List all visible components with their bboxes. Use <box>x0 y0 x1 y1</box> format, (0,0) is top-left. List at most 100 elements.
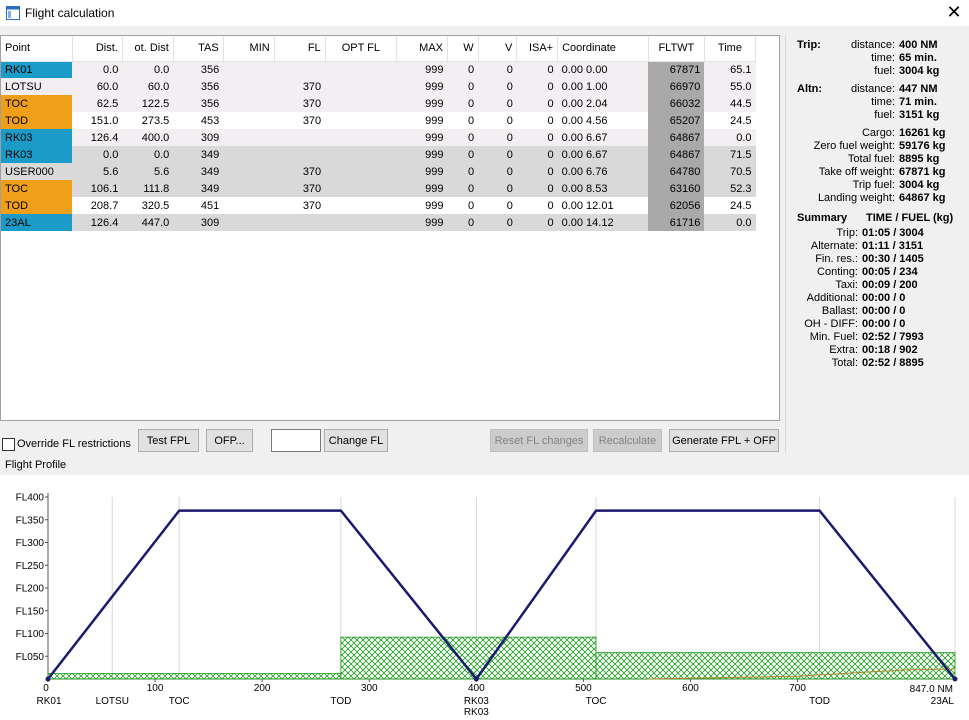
cell-tot[interactable]: 400.0 <box>122 129 174 146</box>
cell-min[interactable] <box>223 197 275 214</box>
cell-fltwt[interactable]: 61716 <box>648 214 705 231</box>
cell-point[interactable]: USER000 <box>1 163 73 180</box>
column-header[interactable]: ot. Dist <box>122 36 174 62</box>
cell-point[interactable]: LOTSU <box>1 78 73 95</box>
cell-tas[interactable]: 356 <box>173 61 224 78</box>
cell-tas[interactable]: 349 <box>173 163 224 180</box>
override-fl-checkbox[interactable] <box>2 438 15 451</box>
cell-fl[interactable]: 370 <box>274 197 326 214</box>
cell-isa[interactable]: 0 <box>516 180 558 197</box>
cell-isa[interactable]: 0 <box>516 163 558 180</box>
reset-fl-changes-button[interactable]: Reset FL changes <box>490 429 588 452</box>
cell-fl[interactable]: 370 <box>274 78 326 95</box>
cell-min[interactable] <box>223 214 275 231</box>
table-row[interactable]: RK03 126.4 400.0 309 999 0 0 0 0.00 6.67 64867 0.0 <box>1 129 756 146</box>
cell-max[interactable]: 999 <box>396 146 448 163</box>
cell-max[interactable]: 999 <box>396 78 448 95</box>
cell-coord[interactable]: 0.00 4.56 <box>557 112 649 129</box>
cell-isa[interactable]: 0 <box>516 146 558 163</box>
cell-isa[interactable]: 0 <box>516 197 558 214</box>
cell-point[interactable]: 23AL <box>1 214 73 231</box>
cell-coord[interactable]: 0.00 14.12 <box>557 214 649 231</box>
cell-opt[interactable] <box>325 112 397 129</box>
cell-w[interactable]: 0 <box>447 61 479 78</box>
cell-fltwt[interactable]: 62056 <box>648 197 705 214</box>
fl-input[interactable] <box>271 429 321 452</box>
cell-w[interactable]: 0 <box>447 214 479 231</box>
cell-dist[interactable]: 0.0 <box>72 61 123 78</box>
cell-coord[interactable]: 0.00 6.76 <box>557 163 649 180</box>
close-icon[interactable]: ✕ <box>945 3 963 21</box>
cell-fltwt[interactable]: 67871 <box>648 61 705 78</box>
cell-coord[interactable]: 0.00 6.67 <box>557 146 649 163</box>
cell-max[interactable]: 999 <box>396 61 448 78</box>
cell-dist[interactable]: 126.4 <box>72 129 123 146</box>
cell-opt[interactable] <box>325 95 397 112</box>
cell-isa[interactable]: 0 <box>516 78 558 95</box>
cell-time[interactable]: 24.5 <box>704 112 756 129</box>
cell-tot[interactable]: 447.0 <box>122 214 174 231</box>
column-header[interactable]: TAS <box>173 36 224 62</box>
table-row[interactable]: LOTSU 60.0 60.0 356 370 999 0 0 0 0.00 1.00 66970 5… <box>1 78 756 95</box>
cell-w[interactable]: 0 <box>447 163 479 180</box>
column-header[interactable]: Dist. <box>72 36 123 62</box>
cell-time[interactable]: 0.0 <box>704 129 756 146</box>
cell-max[interactable]: 999 <box>396 214 448 231</box>
cell-max[interactable]: 999 <box>396 197 448 214</box>
cell-tas[interactable]: 309 <box>173 129 224 146</box>
cell-v[interactable]: 0 <box>478 180 517 197</box>
cell-min[interactable] <box>223 61 275 78</box>
cell-tot[interactable]: 60.0 <box>122 78 174 95</box>
column-header[interactable]: W <box>447 36 479 62</box>
cell-v[interactable]: 0 <box>478 78 517 95</box>
cell-w[interactable]: 0 <box>447 78 479 95</box>
cell-dist[interactable]: 62.5 <box>72 95 123 112</box>
table-row[interactable]: RK03 0.0 0.0 349 999 0 0 0 0.00 6.67 64867 71.5 <box>1 146 756 163</box>
generate-fpl-ofp-button[interactable]: Generate FPL + OFP <box>669 429 779 452</box>
column-header[interactable]: MIN <box>223 36 275 62</box>
cell-dist[interactable]: 0.0 <box>72 146 123 163</box>
cell-fl[interactable] <box>274 146 326 163</box>
cell-point[interactable]: RK03 <box>1 129 73 146</box>
column-header[interactable]: FLTWT <box>648 36 705 62</box>
cell-min[interactable] <box>223 95 275 112</box>
cell-dist[interactable]: 151.0 <box>72 112 123 129</box>
cell-min[interactable] <box>223 180 275 197</box>
cell-opt[interactable] <box>325 61 397 78</box>
cell-tas[interactable]: 356 <box>173 95 224 112</box>
cell-fl[interactable]: 370 <box>274 112 326 129</box>
cell-tas[interactable]: 349 <box>173 180 224 197</box>
cell-v[interactable]: 0 <box>478 112 517 129</box>
cell-dist[interactable]: 106.1 <box>72 180 123 197</box>
cell-time[interactable]: 71.5 <box>704 146 756 163</box>
cell-time[interactable]: 52.3 <box>704 180 756 197</box>
cell-fltwt[interactable]: 63160 <box>648 180 705 197</box>
cell-fl[interactable]: 370 <box>274 180 326 197</box>
table-row[interactable]: RK01 0.0 0.0 356 999 0 0 0 0.00 0.00 67871 65.1 <box>1 61 756 78</box>
cell-coord[interactable]: 0.00 8.53 <box>557 180 649 197</box>
cell-w[interactable]: 0 <box>447 197 479 214</box>
column-header[interactable]: Time <box>704 36 757 62</box>
cell-isa[interactable]: 0 <box>516 61 558 78</box>
cell-tot[interactable]: 273.5 <box>122 112 174 129</box>
cell-fltwt[interactable]: 64867 <box>648 129 705 146</box>
cell-v[interactable]: 0 <box>478 61 517 78</box>
cell-fltwt[interactable]: 65207 <box>648 112 705 129</box>
table-row[interactable]: TOD 208.7 320.5 451 370 999 0 0 0 0.00 12.01 62056… <box>1 197 756 214</box>
cell-fl[interactable] <box>274 214 326 231</box>
cell-tas[interactable]: 451 <box>173 197 224 214</box>
cell-tot[interactable]: 5.6 <box>122 163 174 180</box>
column-header[interactable]: OPT FL <box>325 36 398 62</box>
table-row[interactable]: USER000 5.6 5.6 349 370 999 0 0 0 0.00 6.76 64780 7… <box>1 163 756 180</box>
cell-opt[interactable] <box>325 146 397 163</box>
cell-v[interactable]: 0 <box>478 214 517 231</box>
column-header[interactable]: Point <box>1 36 73 62</box>
table-row[interactable]: TOC 62.5 122.5 356 370 999 0 0 0 0.00 2.04 66032 44… <box>1 95 756 112</box>
cell-v[interactable]: 0 <box>478 129 517 146</box>
cell-w[interactable]: 0 <box>447 146 479 163</box>
cell-opt[interactable] <box>325 197 397 214</box>
table-row[interactable]: TOC 106.1 111.8 349 370 999 0 0 0 0.00 8.53 63160 5… <box>1 180 756 197</box>
column-header[interactable]: Coordinate <box>557 36 649 62</box>
cell-time[interactable]: 0.0 <box>704 214 756 231</box>
cell-w[interactable]: 0 <box>447 129 479 146</box>
